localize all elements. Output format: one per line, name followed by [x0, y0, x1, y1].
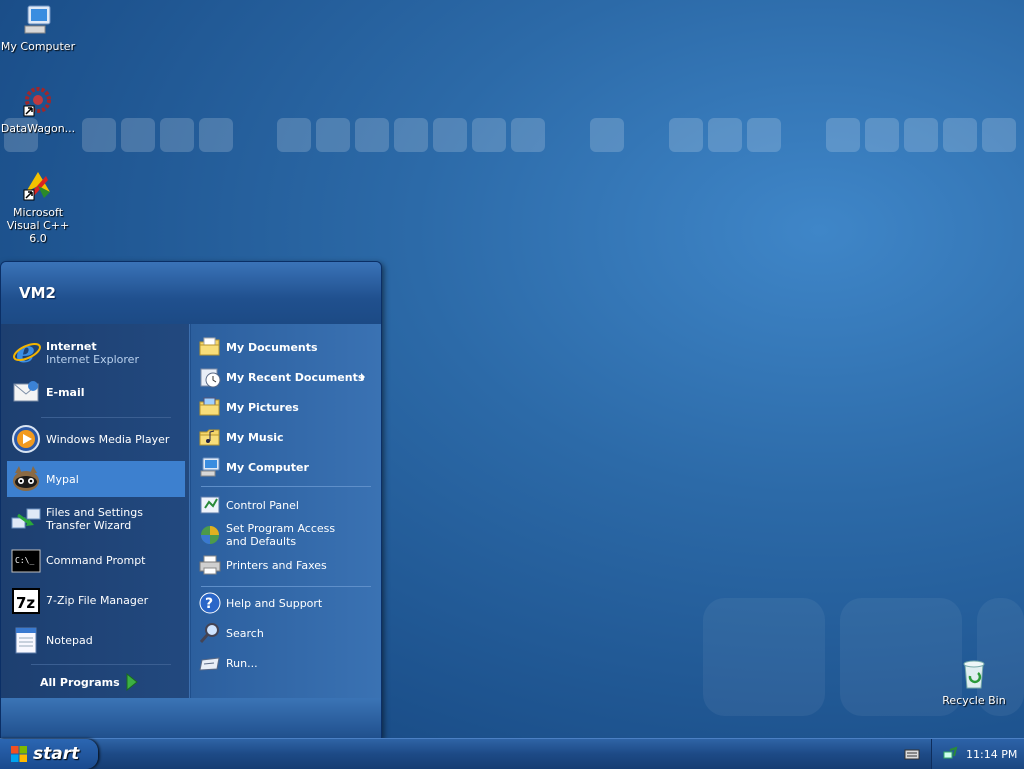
recent-item-7zip[interactable]: 7z 7-Zip File Manager — [7, 582, 185, 618]
program-defaults-icon — [199, 524, 221, 546]
recent-item-label: Notepad — [46, 634, 93, 647]
clock[interactable]: 11:14 PM — [966, 748, 1017, 761]
computer-icon — [22, 4, 54, 36]
transfer-wizard-icon — [11, 505, 41, 535]
submenu-arrow-icon — [361, 373, 365, 381]
tool-label: Search — [226, 627, 264, 640]
start-menu-programs: e Internet Internet Explorer E-mail Wind… — [1, 324, 190, 698]
recycle-bin-icon — [958, 658, 990, 690]
start-button[interactable]: start — [0, 739, 98, 769]
place-label: My Pictures — [226, 401, 299, 414]
recent-item-notepad[interactable]: Notepad — [7, 622, 185, 658]
tool-run[interactable]: Run... — [197, 650, 375, 676]
tool-search[interactable]: Search — [197, 620, 375, 646]
recent-item-label: 7-Zip File Manager — [46, 594, 149, 607]
printer-icon — [199, 554, 221, 576]
tool-label: Run... — [226, 657, 258, 670]
tool-label: Help and Support — [226, 597, 323, 610]
system-label: Printers and Faxes — [226, 559, 327, 572]
place-label: My Documents — [226, 341, 318, 354]
datawagon-icon — [22, 86, 54, 118]
pictures-folder-icon — [199, 396, 221, 418]
tool-help-support[interactable]: ? Help and Support — [197, 590, 375, 616]
media-player-icon — [11, 424, 41, 454]
system-label: Set Program Access and Defaults — [226, 522, 336, 548]
keyboard-icon[interactable] — [904, 747, 920, 764]
separator — [41, 417, 171, 418]
recent-item-label: Mypal — [46, 473, 79, 486]
windows-logo-icon — [10, 745, 28, 768]
desktop-icon-visual-cpp[interactable]: Microsoft Visual C++ 6.0 — [0, 170, 78, 245]
system-tray: 11:14 PM — [931, 739, 1024, 769]
system-control-panel[interactable]: Control Panel — [197, 492, 375, 518]
music-folder-icon — [199, 426, 221, 448]
separator — [201, 486, 371, 487]
recent-item-label: Command Prompt — [46, 554, 146, 567]
all-programs-button[interactable]: All Programs — [7, 670, 185, 694]
place-label: My Computer — [226, 461, 309, 474]
system-program-defaults[interactable]: Set Program Access and Defaults — [197, 520, 375, 550]
green-arrow-icon — [125, 672, 139, 694]
7zip-icon: 7z — [11, 586, 41, 616]
recent-item-label: Windows Media Player — [46, 433, 170, 446]
separator — [201, 586, 371, 587]
system-label: Control Panel — [226, 499, 299, 512]
svg-text:7z: 7z — [16, 594, 35, 612]
desktop-icon-label: DataWagon... — [0, 122, 76, 135]
svg-text:C:\_: C:\_ — [15, 556, 34, 565]
wallpaper-tile — [703, 598, 825, 716]
mypal-icon — [11, 464, 41, 494]
pinned-item-email[interactable]: E-mail — [7, 374, 185, 410]
place-my-documents[interactable]: My Documents — [197, 334, 375, 360]
pinned-item-subtitle: Internet Explorer — [46, 353, 139, 366]
pinned-item-title: E-mail — [46, 386, 85, 399]
help-icon: ? — [199, 592, 221, 614]
place-label: My Recent Documents — [226, 371, 365, 384]
pinned-item-title: Internet — [46, 340, 97, 353]
separator — [31, 664, 171, 665]
desktop-icon-label: My Computer — [0, 40, 76, 53]
start-menu-places: My Documents My Recent Documents My Pict… — [191, 324, 381, 698]
recent-item-label: Files and Settings Transfer Wizard — [46, 506, 143, 532]
place-my-music[interactable]: My Music — [197, 424, 375, 450]
place-my-pictures[interactable]: My Pictures — [197, 394, 375, 420]
run-icon — [199, 652, 221, 674]
start-menu: VM2 e Internet Internet Explorer E-mail — [0, 261, 382, 739]
recent-item-windows-media-player[interactable]: Windows Media Player — [7, 421, 185, 457]
recent-item-transfer-wizard[interactable]: Files and Settings Transfer Wizard — [7, 501, 185, 539]
pinned-item-internet[interactable]: e Internet Internet Explorer — [7, 334, 185, 370]
desktop-icon-recycle-bin[interactable]: Recycle Bin — [934, 658, 1014, 707]
visual-cpp-icon — [22, 170, 54, 202]
svg-text:?: ? — [205, 596, 213, 612]
recent-item-command-prompt[interactable]: C:\_ Command Prompt — [7, 542, 185, 578]
place-label: My Music — [226, 431, 284, 444]
internet-explorer-icon: e — [11, 335, 41, 370]
recent-item-mypal[interactable]: Mypal — [7, 461, 185, 497]
control-panel-icon — [199, 494, 221, 516]
desktop-wallpaper-tiles — [0, 116, 1024, 156]
command-prompt-icon: C:\_ — [11, 546, 41, 576]
start-label: start — [33, 744, 80, 764]
start-menu-footer — [1, 698, 381, 738]
taskbar: start 11:14 PM — [0, 738, 1024, 769]
place-my-recent-documents[interactable]: My Recent Documents — [197, 364, 375, 390]
desktop-icon-label: Recycle Bin — [942, 694, 1006, 707]
all-programs-label: All Programs — [40, 676, 120, 689]
recent-documents-icon — [199, 366, 221, 388]
notepad-icon — [11, 625, 41, 655]
place-my-computer[interactable]: My Computer — [197, 454, 375, 480]
desktop-icon-label: Microsoft Visual C++ 6.0 — [6, 206, 70, 245]
system-printers-faxes[interactable]: Printers and Faxes — [197, 552, 375, 578]
desktop-icon-my-computer[interactable]: My Computer — [0, 4, 78, 53]
search-icon — [199, 622, 221, 644]
email-icon — [11, 377, 41, 407]
user-name: VM2 — [19, 284, 56, 302]
network-icon[interactable] — [942, 746, 958, 765]
folder-icon — [199, 336, 221, 358]
desktop-icon-datawagon[interactable]: DataWagon... — [0, 86, 78, 135]
start-menu-header: VM2 — [1, 262, 381, 324]
computer-icon — [199, 456, 221, 478]
